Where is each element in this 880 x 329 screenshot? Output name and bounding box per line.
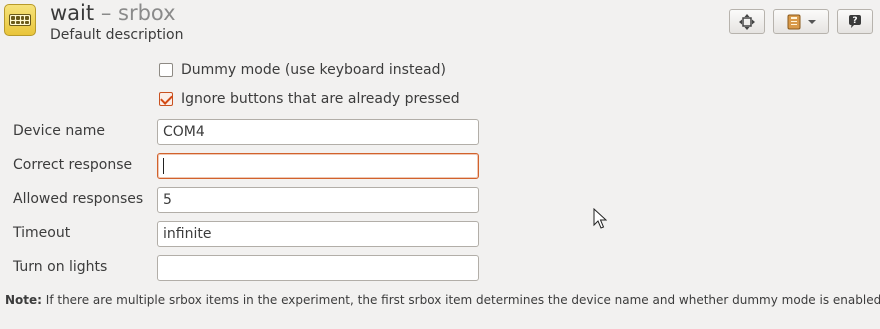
svg-text:?: ? [852,16,857,26]
chevron-down-icon [807,19,816,24]
help-button[interactable]: ? [837,9,873,34]
srbox-icon [4,4,36,36]
allowed-responses-label: Allowed responses [13,191,144,207]
note-body: If there are multiple srbox items in the… [41,293,880,307]
item-type: srbox [118,1,176,25]
timeout-input[interactable] [157,221,479,247]
turn-on-lights-input[interactable] [157,255,479,281]
correct-response-label: Correct response [13,157,133,173]
correct-response-input[interactable] [157,153,479,179]
title-separator: – [100,1,112,25]
device-name-input[interactable] [157,119,479,145]
text-caret [163,158,164,174]
allowed-responses-input[interactable] [157,187,479,213]
turn-on-lights-label: Turn on lights [13,259,108,275]
checkbox-box-checked[interactable] [159,92,173,106]
move-button[interactable] [729,9,765,34]
note-text: Note: If there are multiple srbox items … [5,293,880,307]
note-prefix: Note: [5,293,42,307]
notebook-menu-button[interactable] [773,9,829,34]
help-icon: ? [849,14,861,28]
mouse-pointer-icon [593,208,607,229]
item-description[interactable]: Default description [50,27,183,43]
timeout-label: Timeout [13,225,71,241]
ignore-pressed-label: Ignore buttons that are already pressed [181,91,460,107]
ignore-pressed-checkbox[interactable]: Ignore buttons that are already pressed [159,91,460,107]
notebook-menu-icon [787,14,800,29]
device-name-label: Device name [13,123,106,139]
dummy-mode-label: Dummy mode (use keyboard instead) [181,62,446,78]
move-icon [739,13,755,30]
item-name: wait [50,1,95,25]
item-title[interactable]: wait – srbox [50,1,176,25]
checkbox-box[interactable] [159,63,173,77]
dummy-mode-checkbox[interactable]: Dummy mode (use keyboard instead) [159,62,446,78]
